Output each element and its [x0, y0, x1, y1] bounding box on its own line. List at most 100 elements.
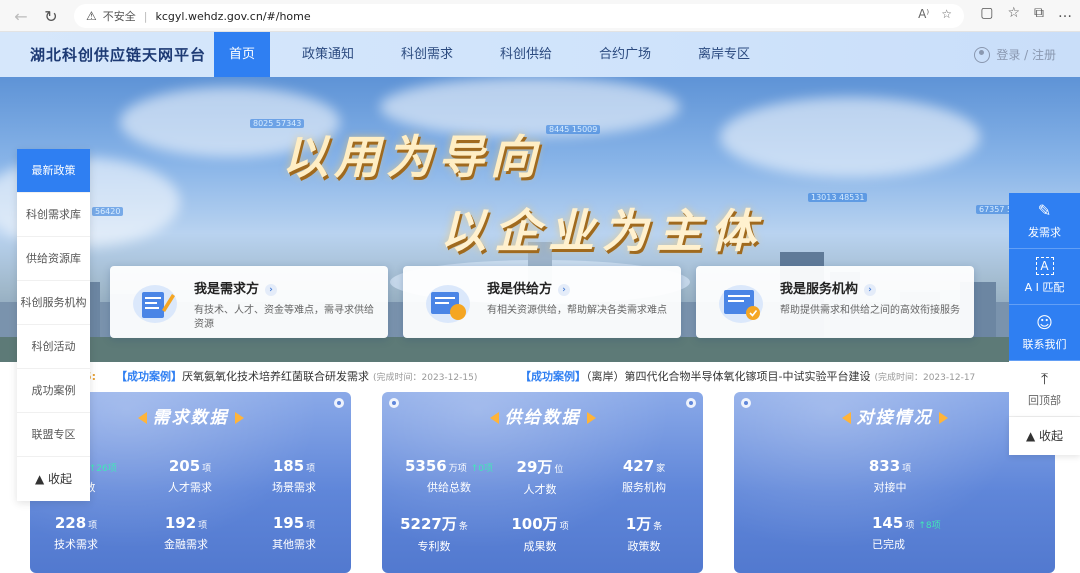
right-bar-collapse-button[interactable]: ▲ 收起 — [1009, 417, 1080, 455]
panel-title-text: 供给数据 — [504, 408, 581, 428]
case-date: (完成时间：2023-12-15) — [373, 373, 478, 383]
arrow-up-to-top-icon: ⤒ — [1040, 369, 1049, 388]
rb-label: A I 匹配 — [1024, 281, 1065, 294]
stat-label: 金融需求 — [164, 538, 208, 551]
stat-label: 服务机构 — [622, 481, 666, 494]
arrow-right-icon[interactable] — [586, 412, 596, 424]
ai-icon: A — [1035, 257, 1054, 275]
supply-data-panel: 供给数据 5356 万项 ↑0项 供给总数 29万位 人才数 427 家 服务机构 5… — [382, 392, 703, 573]
matching-panel: 对接情况 833 项 对接中 145 项 ↑8项 已完成 — [734, 392, 1055, 573]
stat-item: 1万条 政策数 — [594, 513, 694, 554]
favorite-icon[interactable]: ☆ — [941, 7, 952, 21]
contact-us-button[interactable]: ☺ 联系我们 — [1009, 305, 1080, 361]
stat-delta: ↑8项 — [918, 521, 941, 531]
stat-item: 205 项 人才需求 — [140, 456, 240, 495]
right-float-toolbar: ✎ 发需求 A A I 匹配 ☺ 联系我们 ⤒ 回顶部 ▲ 收起 — [1009, 193, 1080, 455]
stat-delta: ↑26项 — [88, 464, 117, 474]
left-float-menu: 最新政策 科创需求库 供给资源库 科创服务机构 科创活动 成功案例 联盟专区 ▲… — [17, 149, 90, 501]
role-title: 我是需求方 — [194, 282, 260, 297]
left-menu-collapse-button[interactable]: ▲ 收起 — [17, 457, 90, 501]
rb-label: 发需求 — [1028, 226, 1061, 239]
menu-activities[interactable]: 科创活动 — [17, 325, 90, 369]
stat-value: 5227万 — [400, 515, 457, 533]
collections-icon[interactable]: ⧉ — [1034, 5, 1044, 21]
role-card-supply[interactable]: 我是供给方 › 有相关资源供给，帮助解决各类需求难点 — [403, 266, 681, 338]
stat-label: 人才数 — [523, 483, 557, 496]
nav-supply[interactable]: 科创供给 — [468, 32, 584, 77]
stat-unit: 家 — [656, 464, 666, 474]
nav-offshore[interactable]: 离岸专区 — [666, 32, 782, 77]
menu-service-agencies[interactable]: 科创服务机构 — [17, 281, 90, 325]
arrow-left-icon[interactable] — [489, 412, 499, 424]
site-logo[interactable]: 湖北科创供应链天网平台 — [30, 44, 206, 65]
supply-icon — [426, 285, 470, 323]
stat-unit: 项 — [559, 522, 569, 532]
ticker-case[interactable]: 【成功案例】（离岸）第四代化合物半导体氧化镓项目-中试实验平台建设 (完成时间：2… — [520, 362, 975, 392]
login-label: 登录 / 注册 — [996, 48, 1056, 62]
stat-unit: 项 — [306, 464, 316, 474]
stat-unit: 位 — [554, 465, 564, 475]
rb-label: 联系我们 — [1022, 338, 1067, 351]
nav-contract[interactable]: 合约广场 — [584, 32, 666, 77]
back-icon[interactable]: ← — [6, 1, 36, 31]
menu-success-cases[interactable]: 成功案例 — [17, 369, 90, 413]
stat-item: 833 项 对接中 — [840, 456, 940, 495]
case-text: （离岸）第四代化合物半导体氧化镓项目-中试实验平台建设 — [586, 370, 871, 383]
menu-latest-policy[interactable]: 最新政策 — [17, 149, 90, 193]
stat-label: 技术需求 — [54, 538, 98, 551]
read-aloud-icon[interactable]: A⁾ — [918, 7, 929, 21]
insecure-label[interactable]: 不安全 — [103, 8, 136, 24]
role-desc: 有相关资源供给，帮助解决各类需求难点 — [487, 305, 667, 316]
role-card-demand[interactable]: 我是需求方 › 有技术、人才、资金等难点，需寻求供给资源 — [110, 266, 388, 338]
menu-alliance[interactable]: 联盟专区 — [17, 413, 90, 457]
ai-match-button[interactable]: A A I 匹配 — [1009, 249, 1080, 305]
arrow-left-icon[interactable] — [137, 412, 147, 424]
case-text: 厌氧氨氧化技术培养红菌联合研发需求 — [182, 370, 369, 383]
menu-supply-library[interactable]: 供给资源库 — [17, 237, 90, 281]
nav-policy[interactable]: 政策通知 — [270, 32, 386, 77]
cloud — [720, 97, 980, 177]
post-demand-button[interactable]: ✎ 发需求 — [1009, 193, 1080, 249]
url-text[interactable]: kcgyl.wehdz.gov.cn/#/home — [155, 10, 310, 23]
stat-label: 成果数 — [523, 540, 557, 553]
chevron-right-icon: › — [558, 283, 571, 296]
stat-item: 195 项 其他需求 — [244, 513, 344, 552]
menu-demand-library[interactable]: 科创需求库 — [17, 193, 90, 237]
reload-icon[interactable]: ↻ — [36, 1, 66, 31]
arrow-left-icon[interactable] — [841, 412, 851, 424]
arrow-right-icon[interactable] — [938, 412, 948, 424]
slogan-line-1: 以用为导向 — [282, 130, 542, 184]
nav-home[interactable]: 首页 — [214, 32, 270, 77]
more-icon[interactable]: … — [1058, 5, 1072, 21]
site-header: 湖北科创供应链天网平台 首页 政策通知 科创需求 科创供给 合约广场 离岸专区 … — [0, 32, 1080, 77]
role-card-service[interactable]: 我是服务机构 › 帮助提供需求和供给之间的高效衔接服务 — [696, 266, 974, 338]
role-desc: 有技术、人才、资金等难点，需寻求供给资源 — [194, 305, 374, 330]
number-tag: 8445 15009 — [546, 125, 601, 134]
stat-unit: 条 — [458, 522, 468, 532]
stat-value: 185 — [272, 457, 305, 475]
stat-label: 政策数 — [627, 540, 661, 553]
stat-item: 29万位 人才数 — [490, 456, 590, 497]
login-link[interactable]: 登录 / 注册 — [974, 46, 1056, 63]
success-case-ticker: 5: 【成功案例】厌氧氨氧化技术培养红菌联合研发需求 (完成时间：2023-12-… — [0, 362, 1080, 392]
stat-label: 人才需求 — [168, 481, 212, 494]
address-bar[interactable]: ⚠ 不安全 | kcgyl.wehdz.gov.cn/#/home A⁾ ☆ — [74, 4, 964, 28]
stat-value: 427 — [622, 457, 655, 475]
number-tag: 13013 48531 — [808, 193, 868, 202]
stat-value: 195 — [272, 514, 305, 532]
stat-item: 145 项 ↑8项 已完成 — [840, 513, 964, 552]
stat-unit: 项 — [88, 521, 98, 531]
stat-unit: 项 — [902, 464, 912, 474]
stat-value: 5356 — [404, 457, 447, 475]
stat-value: 29万 — [516, 458, 553, 476]
stat-label: 场景需求 — [272, 481, 316, 494]
nav-demand[interactable]: 科创需求 — [386, 32, 468, 77]
stat-value: 192 — [164, 514, 197, 532]
favorites-icon[interactable]: ☆ — [1007, 5, 1020, 21]
back-to-top-button[interactable]: ⤒ 回顶部 — [1009, 361, 1080, 417]
stat-value: 228 — [54, 514, 87, 532]
split-screen-icon[interactable]: ▢ — [980, 5, 993, 21]
arrow-right-icon[interactable] — [234, 412, 244, 424]
warning-icon: ⚠ — [86, 9, 97, 23]
ticker-case[interactable]: 【成功案例】厌氧氨氧化技术培养红菌联合研发需求 (完成时间：2023-12-15) — [116, 362, 477, 392]
